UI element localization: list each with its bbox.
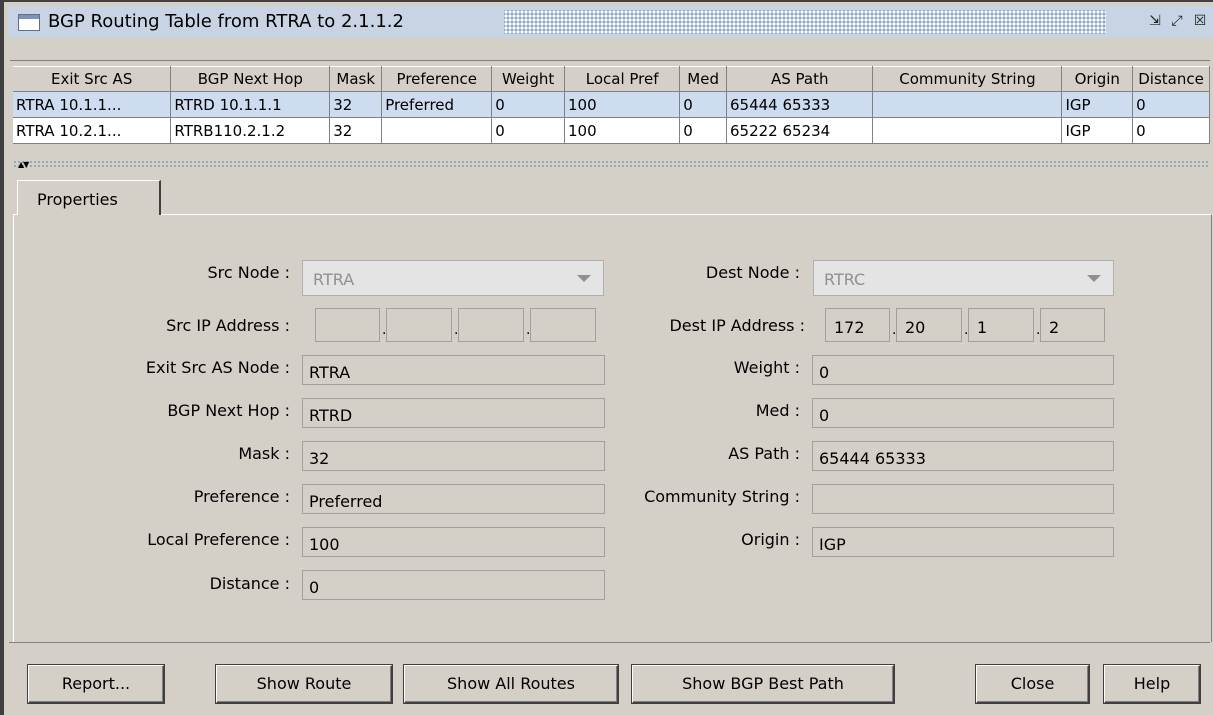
column-header[interactable]: BGP Next Hop (170, 66, 331, 92)
exit-src-as-node-label: Exit Src AS Node : (145, 358, 290, 377)
origin-label: Origin : (741, 530, 800, 549)
table-cell: 32 (329, 117, 383, 144)
table-cell: 0 (679, 91, 727, 118)
split-pane-divider[interactable] (13, 160, 1210, 168)
tab-properties[interactable]: Properties (17, 180, 161, 215)
mask-label: Mask : (238, 444, 290, 463)
show-bgp-best-path-button[interactable]: Show BGP Best Path (632, 665, 894, 703)
report-button[interactable]: Report... (28, 665, 164, 703)
src-ip-label: Src IP Address : (166, 316, 290, 335)
title-bar[interactable]: BGP Routing Table from RTRA to 2.1.1.2 ⇲… (8, 6, 1213, 38)
table-cell: 100 (564, 91, 681, 118)
table-cell: 0 (491, 117, 565, 144)
table-cell: Preferred (381, 91, 493, 118)
close-icon[interactable]: ☒ (1191, 12, 1209, 30)
maximize-icon[interactable]: ⤢ (1168, 12, 1186, 30)
med-label: Med : (755, 401, 800, 420)
table-row[interactable]: RTRA 10.1.1... RTRD 10.1.1.1 32 Preferre… (13, 91, 1210, 118)
table-cell: 0 (1132, 117, 1210, 144)
local-preference-label: Local Preference : (147, 530, 290, 549)
dest-ip-label: Dest IP Address : (669, 316, 805, 335)
preference-label: Preference : (193, 487, 290, 506)
column-header[interactable]: Exit Src AS (13, 66, 172, 92)
mask-field: 32 (302, 441, 605, 471)
src-ip-octet-1 (315, 308, 380, 342)
community-string-field (812, 484, 1114, 514)
table-cell: 0 (679, 117, 727, 144)
table-cell: IGP (1061, 117, 1134, 144)
table-cell: IGP (1061, 91, 1134, 118)
column-header[interactable]: Preference (381, 66, 493, 92)
med-field: 0 (812, 398, 1114, 428)
show-all-routes-button[interactable]: Show All Routes (404, 665, 618, 703)
src-node-label: Src Node : (207, 263, 291, 282)
table-cell: 65444 65333 (726, 91, 874, 118)
dest-ip-octet-1[interactable]: 172 (825, 308, 890, 342)
preference-field: Preferred (302, 484, 605, 514)
exit-src-as-node-field: RTRA (302, 355, 605, 385)
origin-field: IGP (812, 527, 1114, 557)
dest-node-select: RTRC (813, 260, 1114, 296)
table-cell: 65222 65234 (726, 117, 874, 144)
table-cell: RTRB110.2.1.2 (170, 117, 331, 144)
as-path-field: 65444 65333 (812, 441, 1114, 471)
src-node-select: RTRA (302, 260, 604, 296)
chevron-down-icon (577, 275, 591, 282)
table-cell: RTRD 10.1.1.1 (170, 91, 331, 118)
weight-label: Weight : (733, 358, 800, 377)
table-cell (872, 117, 1063, 144)
close-button[interactable]: Close (976, 665, 1089, 703)
table-header: Exit Src AS BGP Next Hop Mask Preference… (13, 66, 1210, 92)
bgp-next-hop-field: RTRD (302, 398, 605, 428)
table-cell: RTRA 10.1.1... (13, 91, 172, 118)
table-cell (381, 117, 493, 144)
table-cell: 32 (329, 91, 383, 118)
src-ip-octet-4 (530, 308, 596, 342)
table-cell: 0 (1132, 91, 1210, 118)
column-header[interactable]: Weight (491, 66, 565, 92)
table-cell: RTRA 10.2.1... (13, 117, 172, 144)
column-header[interactable]: Origin (1061, 66, 1134, 92)
minimize-icon[interactable]: ⇲ (1146, 12, 1164, 30)
column-header[interactable]: Med (679, 66, 727, 92)
window-title: BGP Routing Table from RTRA to 2.1.1.2 (48, 11, 404, 32)
show-route-button[interactable]: Show Route (216, 665, 392, 703)
community-string-label: Community String : (644, 487, 800, 506)
as-path-label: AS Path : (728, 444, 800, 463)
split-arrows-icon[interactable]: ▲▼ (18, 160, 29, 169)
window-icon (18, 14, 40, 31)
column-header[interactable]: Distance (1132, 66, 1210, 92)
column-header[interactable]: Community String (872, 66, 1063, 92)
chevron-down-icon (1087, 275, 1101, 282)
routing-table[interactable]: Exit Src AS BGP Next Hop Mask Preference… (13, 66, 1210, 144)
title-bar-texture (504, 10, 1106, 34)
src-ip-octet-2 (386, 308, 452, 342)
table-cell (872, 91, 1063, 118)
column-header[interactable]: Local Pref (564, 66, 681, 92)
button-bar-separator (9, 642, 1210, 643)
table-border (10, 60, 1210, 63)
dest-node-value: RTRC (824, 270, 866, 289)
distance-field: 0 (302, 570, 605, 600)
dest-ip-octet-4[interactable]: 2 (1040, 308, 1105, 342)
help-button[interactable]: Help (1104, 665, 1200, 703)
column-header[interactable]: AS Path (726, 66, 874, 92)
src-node-value: RTRA (313, 270, 355, 289)
table-row[interactable]: RTRA 10.2.1... RTRB110.2.1.2 32 0 100 0 … (13, 117, 1210, 144)
dest-node-label: Dest Node : (705, 263, 800, 282)
table-cell: 100 (564, 117, 681, 144)
distance-label: Distance : (209, 574, 290, 593)
local-preference-field: 100 (302, 527, 605, 557)
dest-ip-octet-3[interactable]: 1 (968, 308, 1034, 342)
bgp-next-hop-label: BGP Next Hop : (167, 401, 290, 420)
src-ip-octet-3 (458, 308, 524, 342)
dest-ip-octet-2[interactable]: 20 (896, 308, 962, 342)
weight-field: 0 (812, 355, 1114, 385)
column-header[interactable]: Mask (329, 66, 383, 92)
table-cell: 0 (491, 91, 565, 118)
